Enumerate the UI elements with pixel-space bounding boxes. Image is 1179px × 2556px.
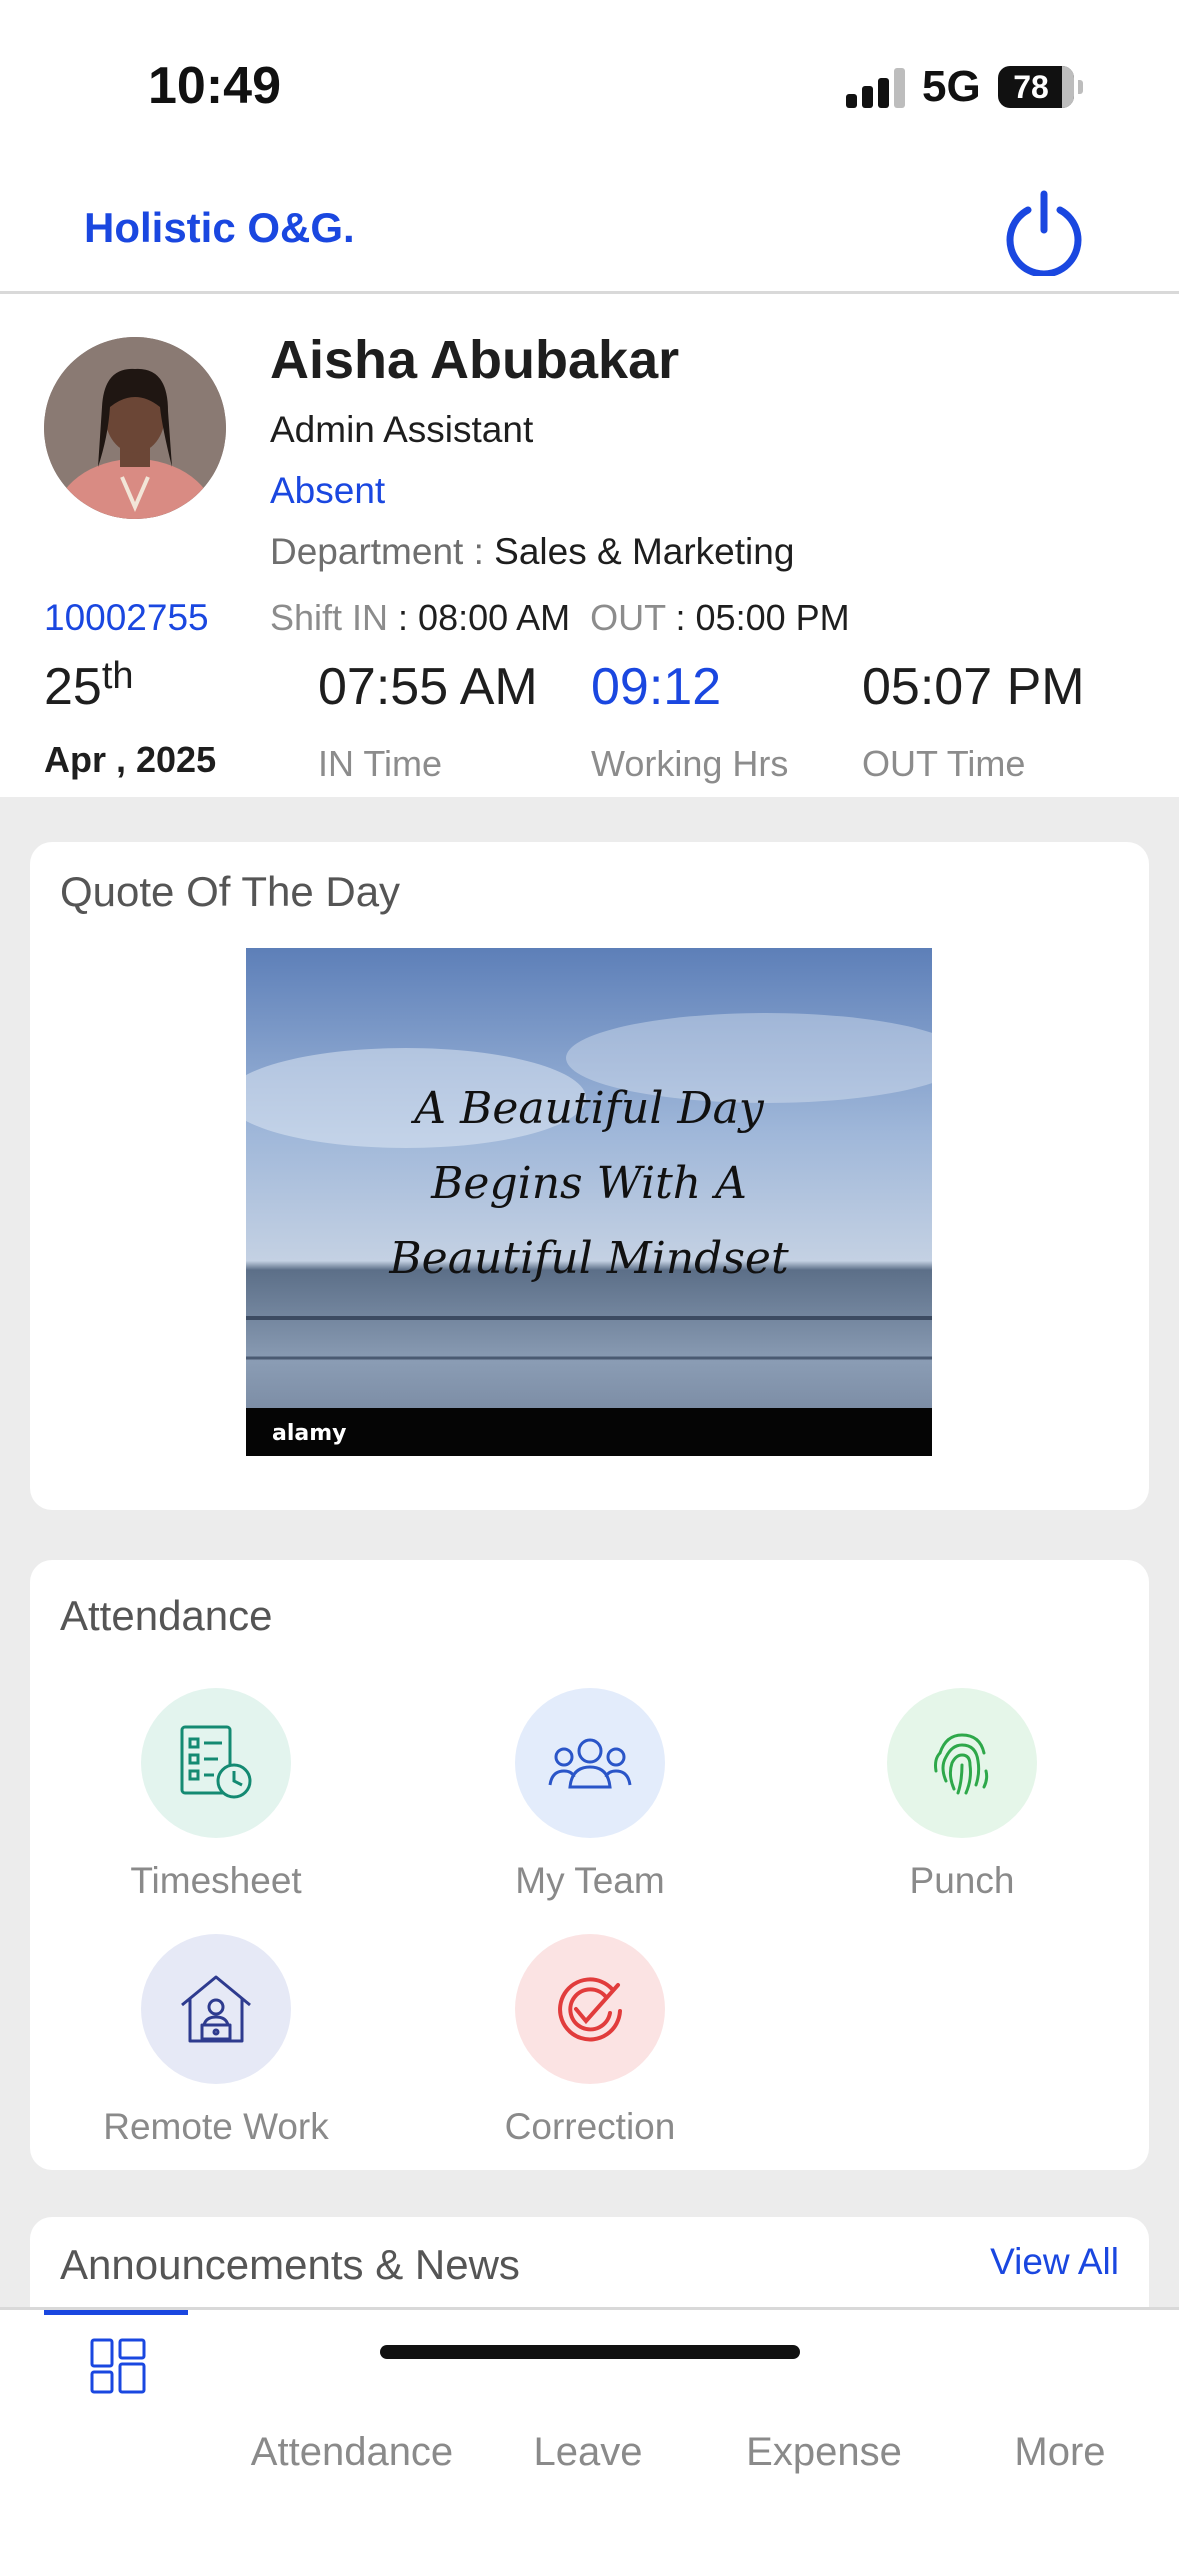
- quote-line-3: Beautiful Mindset: [388, 1233, 789, 1284]
- announcements-title: Announcements & News: [60, 2241, 520, 2288]
- department: Department : Sales & Marketing: [270, 531, 794, 573]
- watermark-label: alamy: [272, 1421, 347, 1446]
- quote-title: Quote Of The Day: [60, 868, 401, 915]
- dashboard-icon[interactable]: [90, 2338, 146, 2394]
- nav-active-indicator: [44, 2310, 188, 2315]
- department-label: Department :: [270, 531, 495, 572]
- tile-timesheet[interactable]: Timesheet: [66, 1688, 366, 1902]
- date-day-suffix: th: [101, 655, 134, 697]
- employee-id: 10002755: [44, 597, 209, 638]
- attendance-title: Attendance: [60, 1592, 273, 1639]
- signal-icon: [846, 64, 906, 108]
- out-time-value: 05:07 PM: [862, 658, 1085, 716]
- tile-label: Remote Work: [103, 2106, 329, 2147]
- tile-remote-work[interactable]: Remote Work: [66, 1934, 366, 2148]
- quote-line-1: A Beautiful Day: [410, 1083, 765, 1134]
- working-hrs-value: 09:12: [591, 658, 722, 716]
- tile-punch[interactable]: Punch: [812, 1688, 1112, 1902]
- date-day: 25th: [44, 655, 134, 717]
- in-time-label: IN Time: [318, 743, 443, 784]
- working-hrs-label: Working Hrs: [591, 743, 789, 784]
- shift-timing: Shift IN : 08:00 AM OUT : 05:00 PM: [270, 597, 850, 639]
- quote-card: Quote Of The Day alamy A Beautiful Day B…: [30, 842, 1149, 1510]
- power-icon[interactable]: [1000, 188, 1088, 276]
- correction-icon: [515, 1934, 665, 2084]
- nav-expense[interactable]: Expense: [706, 2430, 942, 2475]
- status-time: 10:49: [148, 57, 281, 115]
- tile-my-team[interactable]: My Team: [440, 1688, 740, 1902]
- employee-name: Aisha Abubakar: [270, 330, 680, 390]
- tile-label: Timesheet: [130, 1860, 302, 1901]
- brand-title: Holistic O&G.: [84, 204, 355, 251]
- battery-icon: 78: [998, 66, 1083, 108]
- in-time-value: 07:55 AM: [318, 658, 538, 716]
- attendance-status: Absent: [270, 470, 386, 511]
- timesheet-icon: [141, 1688, 291, 1838]
- shift-in-label: Shift IN: [270, 597, 389, 638]
- tile-label: My Team: [515, 1860, 665, 1901]
- network-type: 5G: [922, 62, 981, 111]
- quote-image[interactable]: alamy A Beautiful Day Begins With A Beau…: [246, 948, 932, 1456]
- avatar[interactable]: [44, 337, 226, 519]
- fingerprint-icon: [887, 1688, 1037, 1838]
- department-value: Sales & Marketing: [494, 531, 795, 572]
- battery-level: 78: [1013, 69, 1049, 105]
- tile-label: Correction: [504, 2106, 676, 2147]
- employee-role: Admin Assistant: [270, 409, 534, 450]
- working-hrs-stat: 09:12 Working Hrs: [591, 657, 788, 785]
- shift-out-value: : 05:00 PM: [665, 597, 850, 638]
- attendance-card: Attendance Timesheet My Team Punch Remot…: [30, 1560, 1149, 2170]
- in-time-stat: 07:55 AM IN Time: [318, 657, 538, 785]
- team-icon: [515, 1688, 665, 1838]
- view-all-link[interactable]: View All: [990, 2241, 1119, 2283]
- tile-correction[interactable]: Correction: [440, 1934, 740, 2148]
- date-month-year: Apr , 2025: [44, 739, 217, 780]
- app-header: Holistic O&G.: [0, 170, 1179, 294]
- out-time-label: OUT Time: [862, 743, 1026, 784]
- out-time-stat: 05:07 PM OUT Time: [862, 657, 1085, 785]
- remote-work-icon: [141, 1934, 291, 2084]
- tile-label: Punch: [909, 1860, 1015, 1901]
- quote-line-2: Begins With A: [430, 1158, 747, 1209]
- shift-out-label: OUT: [590, 597, 666, 638]
- status-bar: 10:49 5G 78: [0, 0, 1179, 170]
- content-area: Quote Of The Day alamy A Beautiful Day B…: [0, 797, 1179, 2417]
- home-indicator: [380, 2345, 800, 2359]
- nav-attendance[interactable]: Attendance: [234, 2430, 470, 2475]
- shift-in-value: : 08:00 AM: [388, 597, 571, 638]
- profile-section: Aisha Abubakar Admin Assistant Absent De…: [0, 297, 1179, 797]
- date-day-number: 25: [44, 658, 102, 716]
- nav-leave[interactable]: Leave: [470, 2430, 706, 2475]
- nav-more[interactable]: More: [942, 2430, 1178, 2475]
